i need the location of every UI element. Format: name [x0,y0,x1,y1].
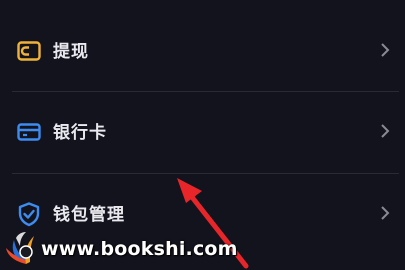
shield-check-icon [18,202,40,227]
menu-item-label: 钱包管理 [53,205,125,225]
chevron-right-icon [381,43,390,57]
bank-card-icon [17,123,41,141]
menu-item-label: 银行卡 [53,123,107,143]
watermark: www.bookshi.com [0,226,405,270]
wallet-menu-screen: 提现 银行卡 钱包管理 www.bookshi.com [0,0,405,270]
divider [12,91,399,92]
watermark-text: www.bookshi.com [41,238,238,260]
wallet-icon [17,41,41,61]
chevron-right-icon [381,206,390,220]
chevron-right-icon [381,124,390,138]
menu-item-withdraw[interactable]: 提现 [0,15,405,85]
menu-item-bank-card[interactable]: 银行卡 [0,96,405,166]
divider [12,173,399,174]
menu-item-label: 提现 [53,42,89,62]
